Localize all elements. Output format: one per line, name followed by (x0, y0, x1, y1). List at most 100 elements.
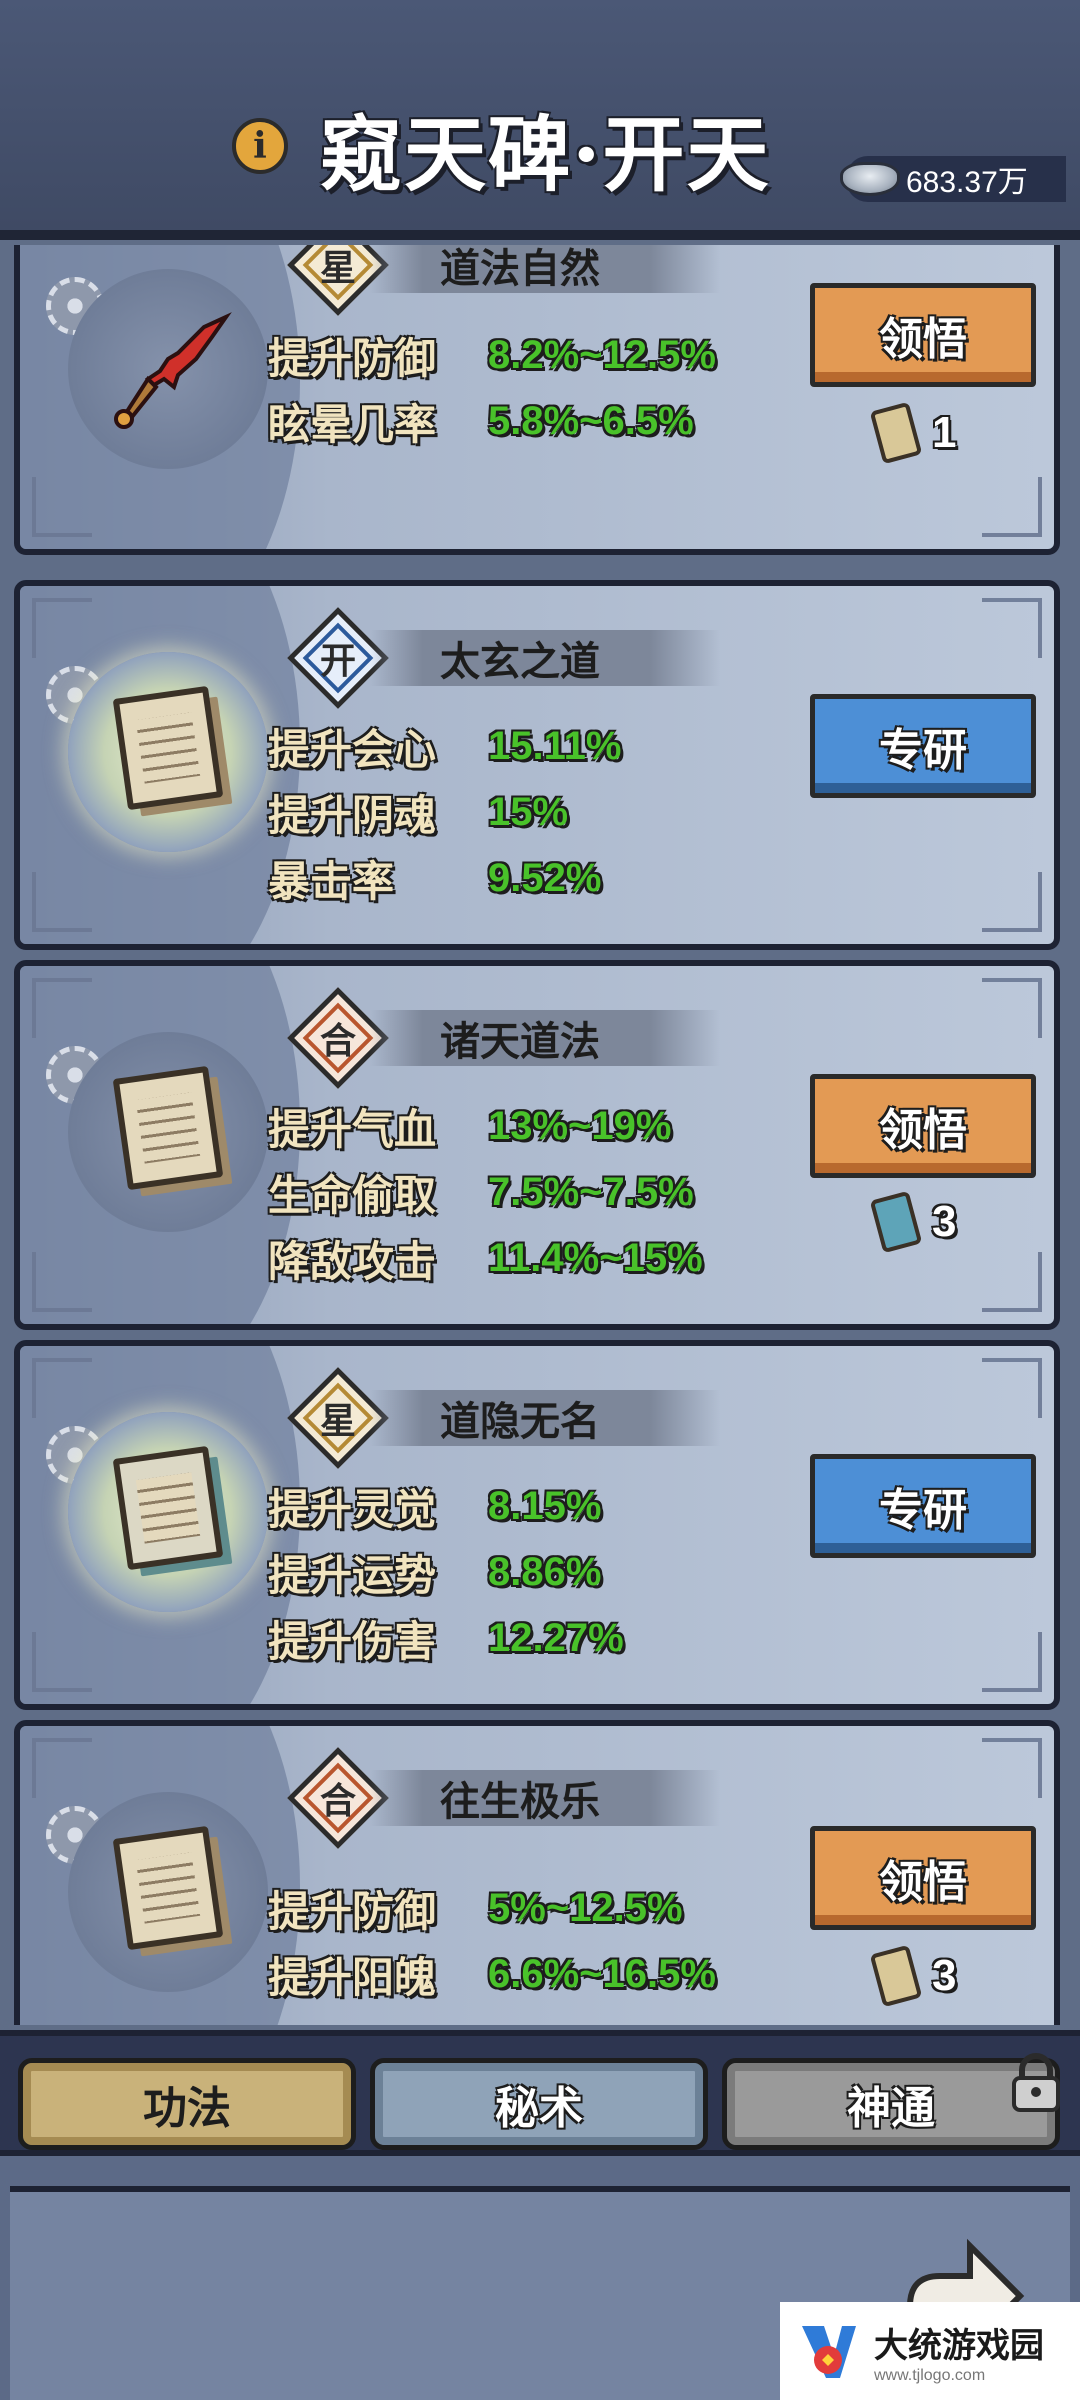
currency-display: 683.37万 (840, 156, 1066, 202)
skill-icon-frame (68, 269, 268, 469)
stat-value: 15% (488, 789, 569, 834)
skill-name: 太玄之道 (440, 638, 600, 685)
skill-card: 合 诸天道法 提升气血 13%~19% 生命偷取 7.5%~7.5% 降敌攻击 … (14, 960, 1060, 1330)
stat-row: 提升气血 13%~19% (268, 1096, 671, 1156)
stat-value: 8.2%~12.5% (488, 332, 716, 377)
corner-ornament (32, 1738, 92, 1798)
corner-ornament (982, 1252, 1042, 1312)
stat-row: 提升灵觉 8.15% (268, 1476, 601, 1536)
site-watermark: 大统游戏园 www.tjlogo.com (780, 2302, 1080, 2400)
stat-value: 6.6%~16.5% (488, 1951, 716, 1996)
skill-name: 道法自然 (440, 245, 600, 292)
stat-value: 7.5%~7.5% (488, 1169, 694, 1214)
stat-row: 提升会心 15.11% (268, 716, 621, 776)
stat-value: 8.86% (488, 1549, 602, 1594)
skill-name: 诸天道法 (440, 1018, 600, 1065)
watermark-url: www.tjlogo.com (874, 2366, 986, 2384)
stat-row: 提升防御 5%~12.5% (268, 1878, 683, 1938)
corner-ornament (32, 598, 92, 658)
stat-row: 提升运势 8.86% (268, 1542, 601, 1602)
stat-value: 15.11% (488, 723, 622, 768)
scroll-icon (112, 1825, 224, 1951)
corner-ornament (982, 1632, 1042, 1692)
scroll-token-icon (869, 1944, 923, 2008)
skill-icon-frame (68, 1792, 268, 1992)
stat-label: 提升会心 (268, 724, 437, 774)
skill-card: 开 太玄之道 提升会心 15.11% 提升阴魂 15% 暴击率 9.52% 专研 (14, 580, 1060, 950)
skill-name: 道隐无名 (440, 1398, 600, 1445)
scroll-icon (112, 1065, 224, 1191)
corner-ornament (32, 978, 92, 1038)
stat-label: 提升防御 (268, 333, 437, 383)
stat-label: 提升气血 (268, 1104, 437, 1154)
currency-value: 683.37万 (906, 166, 1028, 199)
corner-ornament (982, 978, 1042, 1038)
scroll-icon (112, 685, 224, 811)
cost-display: 1 (869, 401, 957, 465)
cost-count: 1 (932, 408, 957, 457)
skill-card: 星 道隐无名 提升灵觉 8.15% 提升运势 8.86% 提升伤害 12.27%… (14, 1340, 1060, 1710)
grade-label: 开 (319, 640, 356, 682)
skill-icon-frame (68, 1412, 268, 1612)
page-title: 窥天碑·开天 (320, 107, 771, 203)
lock-icon (1012, 2053, 1060, 2112)
tab-bar: 功法 秘术 神通 (0, 2030, 1080, 2150)
scroll-icon (112, 1445, 224, 1571)
stat-label: 生命偷取 (268, 1170, 437, 1220)
skill-icon-frame (68, 652, 268, 852)
corner-ornament (982, 1358, 1042, 1418)
cost-count: 3 (932, 1951, 957, 2000)
stat-label: 提升运势 (268, 1550, 437, 1600)
corner-ornament (982, 1738, 1042, 1798)
stat-row: 提升防御 8.2%~12.5% (268, 325, 716, 385)
watermark-text: 大统游戏园 www.tjlogo.com (874, 2318, 1044, 2385)
stat-row: 眩晕几率 5.8%~6.5% (268, 391, 694, 451)
grade-label: 星 (319, 247, 356, 289)
corner-ornament (32, 1632, 92, 1692)
stat-value: 9.52% (488, 855, 602, 900)
stat-label: 提升阳魄 (268, 1952, 437, 2002)
cost-display: 3 (869, 1190, 957, 1254)
stat-row: 降敌攻击 11.4%~15% (268, 1228, 703, 1288)
grade-label: 合 (319, 1780, 356, 1822)
corner-ornament (982, 477, 1042, 537)
stat-value: 12.27% (488, 1615, 624, 1660)
silver-ingot-icon (840, 162, 900, 196)
stat-value: 11.4%~15% (488, 1235, 703, 1280)
research-button[interactable]: 专研 (810, 694, 1036, 798)
skill-card: 合 往生极乐 提升防御 5%~12.5% 提升阳魄 6.6%~16.5% 领悟 … (14, 1720, 1060, 2025)
corner-ornament (32, 477, 92, 537)
tab-gongfa[interactable]: 功法 (18, 2058, 356, 2150)
header-bar: i 窥天碑·开天 683.37万 (0, 0, 1080, 240)
cost-display: 3 (869, 1944, 957, 2008)
stat-value: 5.8%~6.5% (488, 398, 694, 443)
skill-icon-frame (68, 1032, 268, 1232)
stat-label: 提升伤害 (268, 1616, 437, 1666)
stat-label: 提升灵觉 (268, 1484, 437, 1534)
comprehend-button[interactable]: 领悟 (810, 1074, 1036, 1178)
watermark-logo-icon (802, 2326, 856, 2378)
corner-ornament (982, 872, 1042, 932)
stat-label: 降敌攻击 (268, 1236, 437, 1286)
grade-label: 星 (319, 1400, 356, 1442)
research-button[interactable]: 专研 (810, 1454, 1036, 1558)
info-icon[interactable]: i (232, 118, 288, 174)
watermark-title: 大统游戏园 (874, 2325, 1044, 2366)
red-sword-icon (114, 312, 232, 429)
comprehend-button[interactable]: 领悟 (810, 1826, 1036, 1930)
scroll-token-icon (869, 1190, 923, 1254)
stat-value: 13%~19% (488, 1103, 672, 1148)
stat-row: 暴击率 9.52% (268, 848, 601, 908)
tab-mishu[interactable]: 秘术 (370, 2058, 708, 2150)
comprehend-button[interactable]: 领悟 (810, 283, 1036, 387)
skill-card: 星 道法自然 提升防御 8.2%~12.5% 眩晕几率 5.8%~6.5% 领悟… (14, 245, 1060, 555)
skill-name: 往生极乐 (440, 1778, 600, 1825)
corner-ornament (32, 1252, 92, 1312)
cost-count: 3 (932, 1197, 957, 1246)
stat-label: 提升防御 (268, 1886, 437, 1936)
scroll-token-icon (869, 401, 923, 465)
stat-value: 5%~12.5% (488, 1885, 683, 1930)
stat-value: 8.15% (488, 1483, 602, 1528)
skill-list[interactable]: 星 道法自然 提升防御 8.2%~12.5% 眩晕几率 5.8%~6.5% 领悟… (0, 245, 1080, 2025)
corner-ornament (32, 872, 92, 932)
